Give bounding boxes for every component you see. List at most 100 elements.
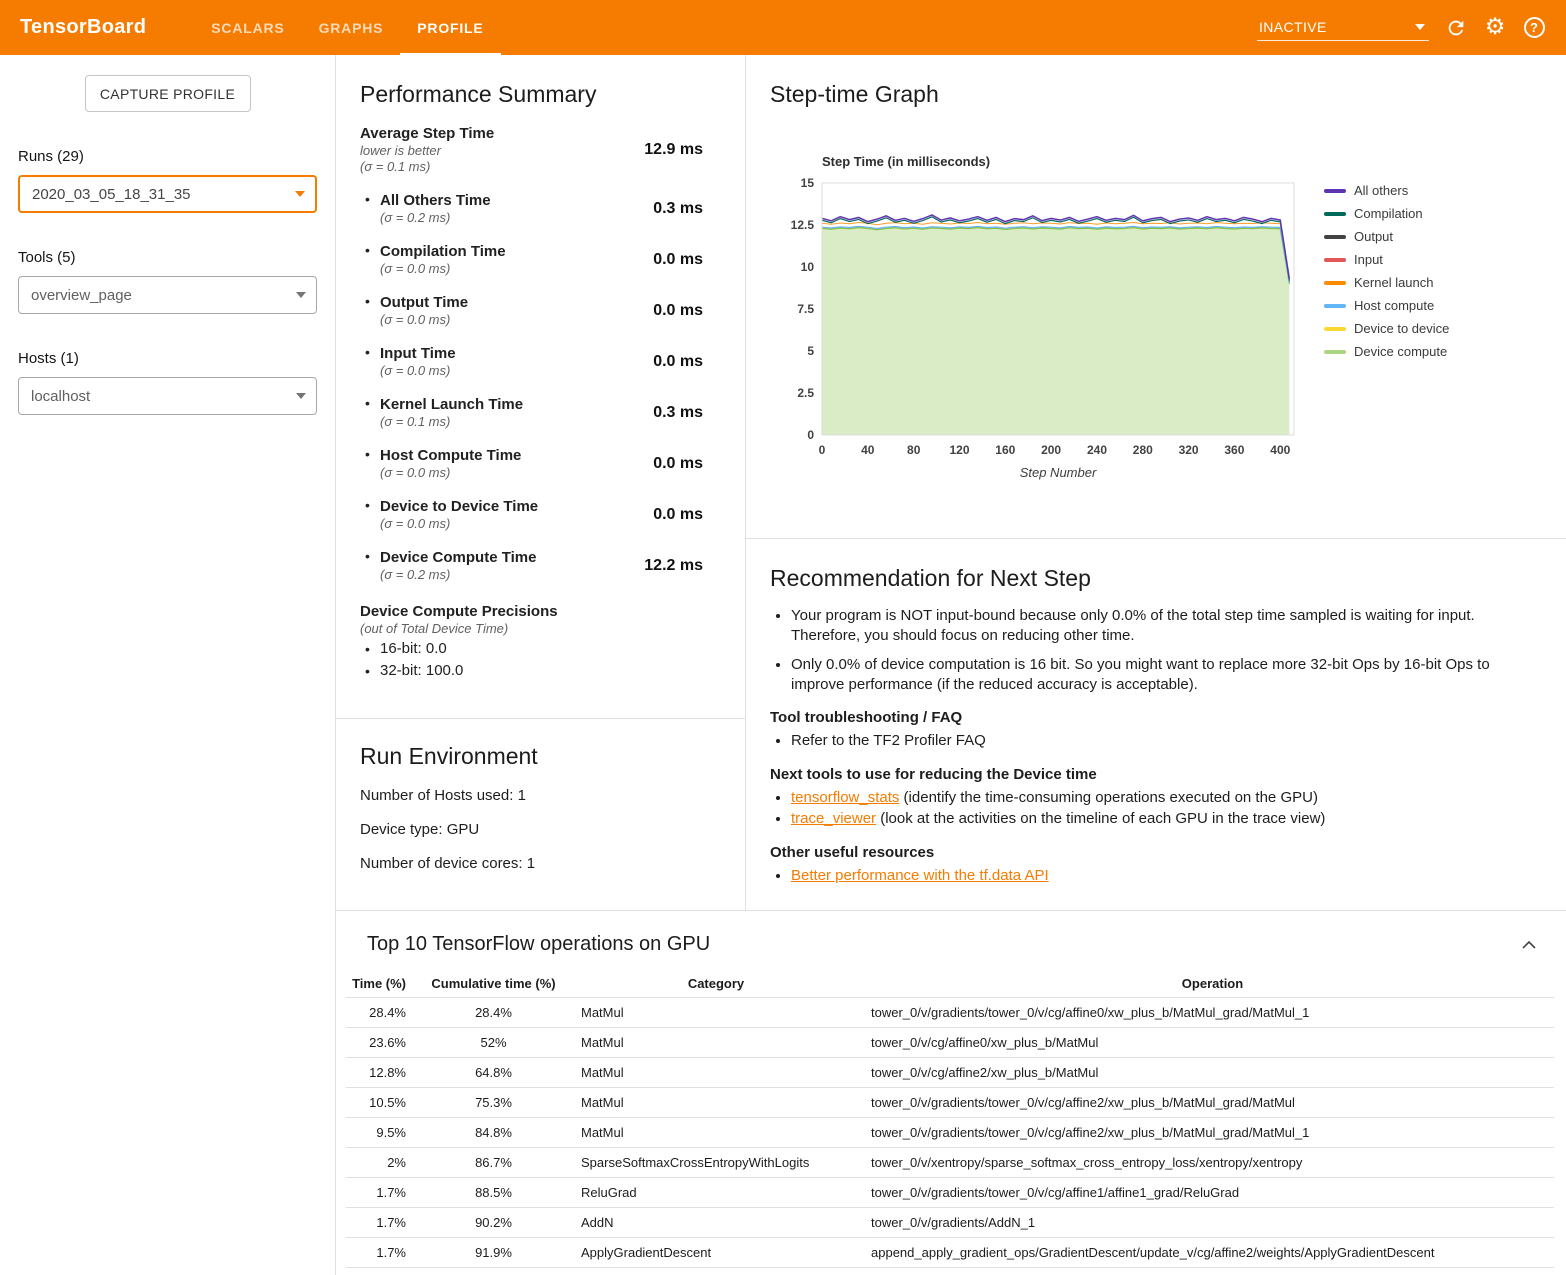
device-compute-precisions: Device Compute Precisions (out of Total … <box>360 602 721 681</box>
precision-item: •32-bit: 100.0 <box>360 661 721 681</box>
runs-select-value: 2020_03_05_18_31_35 <box>32 186 191 203</box>
svg-text:40: 40 <box>861 443 875 457</box>
column-header: Category <box>581 976 851 991</box>
tools-select[interactable]: overview_page <box>18 276 317 314</box>
next-tools-heading: Next tools to use for reducing the Devic… <box>770 766 1542 783</box>
cell-time: 1.7% <box>346 1245 406 1260</box>
legend-swatch <box>1324 327 1346 331</box>
chart-title: Step Time (in milliseconds) <box>822 154 1542 169</box>
table-header-row: Time (%)Cumulative time (%)CategoryOpera… <box>346 970 1554 998</box>
metric-sigma: (σ = 0.2 ms) <box>380 210 491 226</box>
metric-label: Device Compute Time <box>380 548 536 567</box>
legend-swatch <box>1324 350 1346 354</box>
capture-profile-button[interactable]: CAPTURE PROFILE <box>85 75 251 112</box>
legend-swatch <box>1324 304 1346 308</box>
metric-sigma: (σ = 0.0 ms) <box>380 312 468 328</box>
legend-item: All others <box>1324 183 1449 198</box>
top-ops-title: Top 10 TensorFlow operations on GPU <box>367 933 710 956</box>
metric-row: •Device Compute Time(σ = 0.2 ms)12.2 ms <box>360 548 721 583</box>
metric-text: Host Compute Time(σ = 0.0 ms) <box>380 446 521 481</box>
legend-item: Kernel launch <box>1324 275 1449 290</box>
hosts-used-line: Number of Hosts used: 1 <box>360 787 721 804</box>
table-row: 1.7%88.5%ReluGradtower_0/v/gradients/tow… <box>346 1178 1554 1208</box>
table-row: 1.7%91.9%ApplyGradientDescentappend_appl… <box>346 1238 1554 1268</box>
cell-category: AddN <box>581 1215 851 1230</box>
cell-time: 10.5% <box>346 1095 406 1110</box>
collapse-chevron-icon[interactable] <box>1522 936 1536 954</box>
metrics-list: Average Step Timelower is better(σ = 0.1… <box>360 124 721 583</box>
help-icon[interactable]: ? <box>1522 16 1546 40</box>
metric-labels: •Host Compute Time(σ = 0.0 ms) <box>360 446 521 481</box>
table-row: 1.7%90.2%AddNtower_0/v/gradients/AddN_1 <box>346 1208 1554 1238</box>
cell-cumulative: 64.8% <box>426 1065 561 1080</box>
top-ops-section: Top 10 TensorFlow operations on GPU Time… <box>336 910 1566 1275</box>
metric-row: •Input Time(σ = 0.0 ms)0.0 ms <box>360 344 721 379</box>
tfdata-api-link[interactable]: Better performance with the tf.data API <box>791 867 1049 884</box>
runs-select[interactable]: 2020_03_05_18_31_35 <box>18 175 317 213</box>
legend-label: Kernel launch <box>1354 275 1434 290</box>
cell-time: 9.5% <box>346 1125 406 1140</box>
legend-swatch <box>1324 235 1346 239</box>
app-header: TensorBoard SCALARS GRAPHS PROFILE INACT… <box>0 0 1566 55</box>
table-row: 23.6%52%MatMultower_0/v/cg/affine0/xw_pl… <box>346 1028 1554 1058</box>
table-row: 28.4%28.4%MatMultower_0/v/gradients/towe… <box>346 998 1554 1028</box>
svg-text:7.5: 7.5 <box>797 302 814 316</box>
caret-down-icon <box>296 393 306 399</box>
svg-text:160: 160 <box>995 443 1015 457</box>
metric-label: Output Time <box>380 293 468 312</box>
cell-operation: tower_0/v/gradients/tower_0/v/cg/affine0… <box>871 1005 1554 1020</box>
cell-time: 1.7% <box>346 1215 406 1230</box>
trace-viewer-link[interactable]: trace_viewer <box>791 810 876 827</box>
tools-label: Tools (5) <box>18 249 317 266</box>
tab-profile[interactable]: PROFILE <box>400 0 500 55</box>
chart-x-axis-label: Step Number <box>822 465 1294 480</box>
bullet: • <box>360 497 380 532</box>
cell-cumulative: 52% <box>426 1035 561 1050</box>
legend-label: Output <box>1354 229 1393 244</box>
bullet: • <box>360 395 380 430</box>
metric-text: Kernel Launch Time(σ = 0.1 ms) <box>380 395 523 430</box>
precisions-subtitle: (out of Total Device Time) <box>360 621 721 637</box>
refresh-icon[interactable] <box>1444 16 1468 40</box>
precision-item: •16-bit: 0.0 <box>360 639 721 659</box>
metric-value: 0.0 ms <box>653 455 703 473</box>
metric-text: Compilation Time(σ = 0.0 ms) <box>380 242 506 277</box>
cell-category: MatMul <box>581 1125 851 1140</box>
resources-heading: Other useful resources <box>770 844 1542 861</box>
cell-cumulative: 91.9% <box>426 1245 561 1260</box>
metric-value: 0.0 ms <box>653 302 703 320</box>
tab-graphs[interactable]: GRAPHS <box>302 0 401 55</box>
recommendation-bullet: Your program is NOT input-bound because … <box>791 606 1542 645</box>
metric-value: 0.0 ms <box>653 506 703 524</box>
device-cores-line: Number of device cores: 1 <box>360 855 721 872</box>
tool-item: tensorflow_stats (identify the time-cons… <box>791 788 1542 808</box>
cell-category: MatMul <box>581 1065 851 1080</box>
bullet: • <box>360 639 380 659</box>
top-ops-table: Time (%)Cumulative time (%)CategoryOpera… <box>346 970 1554 1268</box>
metric-text: Output Time(σ = 0.0 ms) <box>380 293 468 328</box>
caret-down-icon <box>1415 24 1425 30</box>
metric-value: 12.9 ms <box>644 141 703 159</box>
metric-sigma: (σ = 0.0 ms) <box>380 465 521 481</box>
cell-time: 2% <box>346 1155 406 1170</box>
cell-operation: tower_0/v/cg/affine0/xw_plus_b/MatMul <box>871 1035 1554 1050</box>
cell-time: 12.8% <box>346 1065 406 1080</box>
settings-gear-icon[interactable]: ⚙ <box>1483 16 1507 40</box>
step-time-chart-svg: 02.557.51012.515040801201602002402803203… <box>770 173 1310 463</box>
tensorflow-stats-link[interactable]: tensorflow_stats <box>791 789 899 806</box>
faq-item: Refer to the TF2 Profiler FAQ <box>791 731 1542 751</box>
hosts-select[interactable]: localhost <box>18 377 317 415</box>
cell-category: MatMul <box>581 1005 851 1020</box>
legend-item: Device compute <box>1324 344 1449 359</box>
cell-operation: tower_0/v/cg/affine2/xw_plus_b/MatMul <box>871 1065 1554 1080</box>
svg-text:0: 0 <box>819 443 826 457</box>
metric-label: Host Compute Time <box>380 446 521 465</box>
status-select[interactable]: INACTIVE <box>1257 15 1429 41</box>
sidebar: CAPTURE PROFILE Runs (29) 2020_03_05_18_… <box>0 55 335 1275</box>
run-environment-section: Run Environment Number of Hosts used: 1 … <box>336 719 745 872</box>
tab-scalars[interactable]: SCALARS <box>194 0 301 55</box>
metric-label: Device to Device Time <box>380 497 538 516</box>
table-row: 9.5%84.8%MatMultower_0/v/gradients/tower… <box>346 1118 1554 1148</box>
metric-row: •Kernel Launch Time(σ = 0.1 ms)0.3 ms <box>360 395 721 430</box>
metric-row: Average Step Timelower is better(σ = 0.1… <box>360 124 721 175</box>
